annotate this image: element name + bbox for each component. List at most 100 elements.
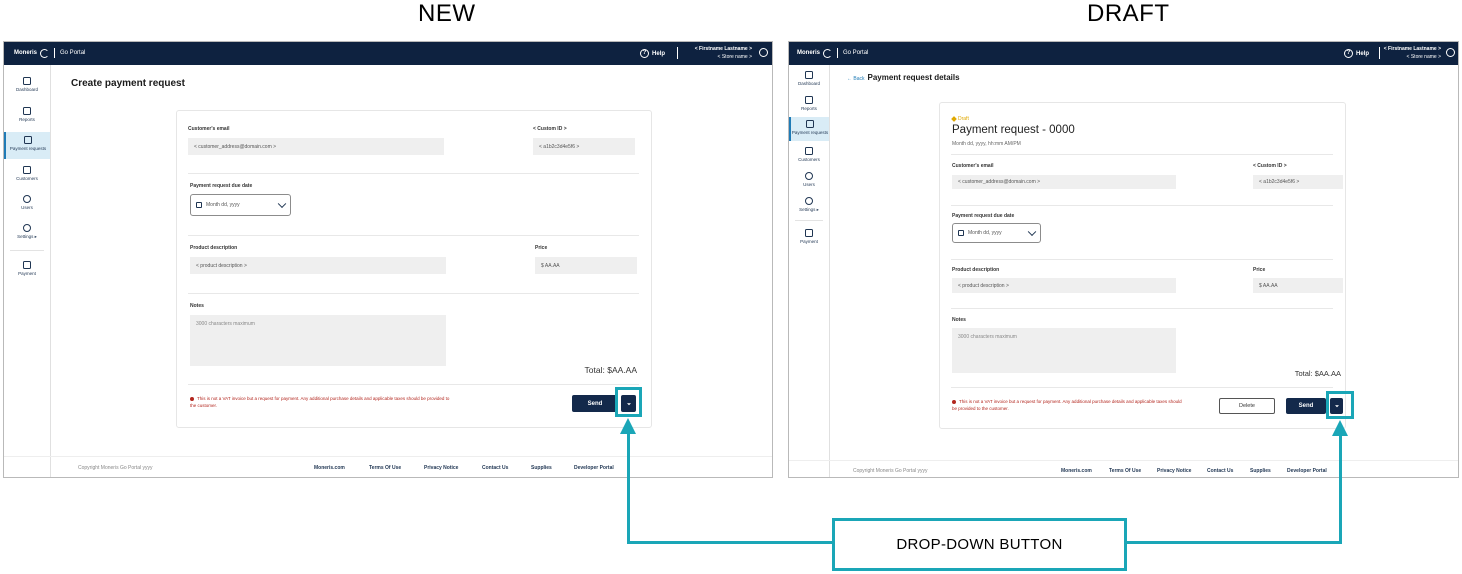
dropdown-button-callout: DROP-DOWN BUTTON (832, 518, 1127, 571)
product-description-label: Product description (952, 267, 1000, 273)
sidebar: Dashboard Reports Payment requests Custo… (4, 65, 51, 477)
moneris-logo: Moneris Go Portal (14, 48, 86, 58)
sidebar-item-customers[interactable]: Customers (789, 147, 829, 162)
footer-link-contact[interactable]: Contact Us (482, 465, 508, 471)
request-datetime: Month dd, yyyy, hh:mm AM/PM (952, 141, 1021, 147)
user-menu[interactable]: < Firstname Lastname > < Store name > (695, 45, 752, 61)
footer-link-moneris[interactable]: Moneris.com (314, 465, 345, 471)
customer-email-label: Customer's email (952, 163, 994, 169)
sidebar: Dashboard Reports Payment requests Custo… (789, 65, 830, 477)
custom-id-label: < Custom ID > (533, 126, 567, 132)
sidebar-item-dashboard[interactable]: Dashboard (4, 77, 50, 92)
arrow-up-right-icon (1332, 420, 1348, 436)
connector-right-horizontal (1125, 541, 1342, 544)
payment-requests-icon (24, 136, 32, 144)
calendar-icon (958, 230, 964, 236)
pencil-icon (951, 116, 957, 122)
page-title: ← Back Payment request details (847, 73, 960, 82)
dropdown-highlight-new (615, 387, 642, 417)
sidebar-item-payment[interactable]: Payment (4, 261, 50, 276)
moneris-logo: Moneris Go Portal (797, 48, 869, 58)
due-date-label: Payment request due date (952, 213, 1015, 219)
customer-email-field[interactable]: < customer_address@domain.com > (952, 175, 1176, 189)
custom-id-field[interactable]: < a1b2c3d4e5f6 > (1253, 175, 1343, 189)
connector-left-horizontal (627, 541, 834, 544)
footer-link-terms[interactable]: Terms Of Use (1109, 468, 1141, 474)
product-description-field[interactable]: < product description > (190, 257, 446, 274)
sidebar-item-dashboard[interactable]: Dashboard (789, 71, 829, 86)
sidebar-item-reports[interactable]: Reports (789, 96, 829, 111)
notes-field[interactable]: 3000 characters maximum (952, 328, 1176, 373)
notes-label: Notes (952, 317, 966, 323)
payment-request-details: Draft Payment request - 0000 Month dd, y… (939, 102, 1346, 429)
footer: Copyright Moneris Go Portal yyyy Moneris… (4, 456, 772, 476)
connector-left-vertical (627, 431, 630, 544)
delete-button[interactable]: Delete (1219, 398, 1275, 414)
draft-status-badge: Draft (951, 116, 969, 122)
customer-email-field[interactable]: < customer_address@domain.com > (188, 138, 444, 155)
back-link[interactable]: ← Back (847, 76, 865, 82)
price-field[interactable]: $ AA.AA (1253, 278, 1343, 293)
total-amount: Total: $AA.AA (1294, 369, 1341, 378)
new-screenshot: Moneris Go Portal ? Help < Firstname Lastn… (3, 41, 773, 478)
sidebar-item-payment[interactable]: Payment (789, 229, 829, 244)
help-icon: ? (640, 49, 649, 58)
page-title: Create payment request (71, 78, 185, 89)
custom-id-field[interactable]: < a1b2c3d4e5f6 > (533, 138, 635, 155)
help-icon: ? (1344, 49, 1353, 58)
arrow-up-left-icon (620, 418, 636, 434)
user-icon[interactable] (759, 48, 768, 57)
sidebar-item-payment-requests[interactable]: Payment requests (789, 117, 829, 141)
dashboard-icon (805, 71, 813, 79)
copyright: Copyright Moneris Go Portal yyyy (78, 465, 153, 471)
footer-link-contact[interactable]: Contact Us (1207, 468, 1233, 474)
sidebar-item-users[interactable]: Users (4, 195, 50, 210)
reports-icon (805, 96, 813, 104)
sidebar-item-customers[interactable]: Customers (4, 166, 50, 181)
chevron-down-icon (277, 199, 287, 209)
footer-link-terms[interactable]: Terms Of Use (369, 465, 401, 471)
price-field[interactable]: $ AA.AA (535, 257, 637, 274)
heading-new: NEW (418, 0, 476, 27)
notes-label: Notes (190, 303, 204, 309)
sidebar-item-users[interactable]: Users (789, 172, 829, 187)
sidebar-item-settings[interactable]: Settings ▸ (789, 197, 829, 213)
user-menu[interactable]: < Firstname Lastname > < Store name > (1384, 45, 1441, 61)
help-link[interactable]: ? Help (1344, 49, 1369, 58)
users-icon (805, 172, 813, 180)
sidebar-item-reports[interactable]: Reports (4, 107, 50, 122)
heading-draft: DRAFT (1087, 0, 1170, 27)
footer-link-privacy[interactable]: Privacy Notice (424, 465, 458, 471)
vat-warning: This is not a VAT invoice but a request … (190, 396, 450, 408)
send-button[interactable]: Send (572, 395, 618, 412)
sidebar-item-settings[interactable]: Settings ▸ (4, 224, 50, 240)
product-description-field[interactable]: < product description > (952, 278, 1176, 293)
sidebar-item-payment-requests[interactable]: Payment requests (4, 132, 50, 159)
custom-id-label: < Custom ID > (1253, 163, 1287, 169)
top-bar: Moneris Go Portal ? Help < Firstname Lastn… (4, 42, 772, 65)
settings-icon (23, 224, 31, 232)
footer-link-privacy[interactable]: Privacy Notice (1157, 468, 1191, 474)
user-icon[interactable] (1446, 48, 1455, 57)
users-icon (23, 195, 31, 203)
footer-link-developer[interactable]: Developer Portal (1287, 468, 1327, 474)
footer-link-supplies[interactable]: Supplies (531, 465, 552, 471)
footer-link-developer[interactable]: Developer Portal (574, 465, 614, 471)
copyright: Copyright Moneris Go Portal yyyy (853, 468, 928, 474)
due-date-picker[interactable]: Month dd, yyyy (952, 223, 1041, 243)
notes-field[interactable]: 3000 characters maximum (190, 315, 446, 366)
footer-link-moneris[interactable]: Moneris.com (1061, 468, 1092, 474)
draft-screenshot: Moneris Go Portal ? Help < Firstname Lastn… (788, 41, 1459, 478)
error-icon (952, 399, 956, 404)
footer-link-supplies[interactable]: Supplies (1250, 468, 1271, 474)
due-date-picker[interactable]: Month dd, yyyy (190, 194, 291, 216)
due-date-label: Payment request due date (190, 183, 253, 189)
customers-icon (23, 166, 31, 174)
payment-icon (23, 261, 31, 269)
total-amount: Total: $AA.AA (584, 365, 637, 375)
dropdown-highlight-draft (1326, 391, 1354, 419)
send-button[interactable]: Send (1286, 398, 1326, 414)
help-link[interactable]: ? Help (640, 49, 665, 58)
price-label: Price (1253, 267, 1266, 273)
payment-icon (805, 229, 813, 237)
